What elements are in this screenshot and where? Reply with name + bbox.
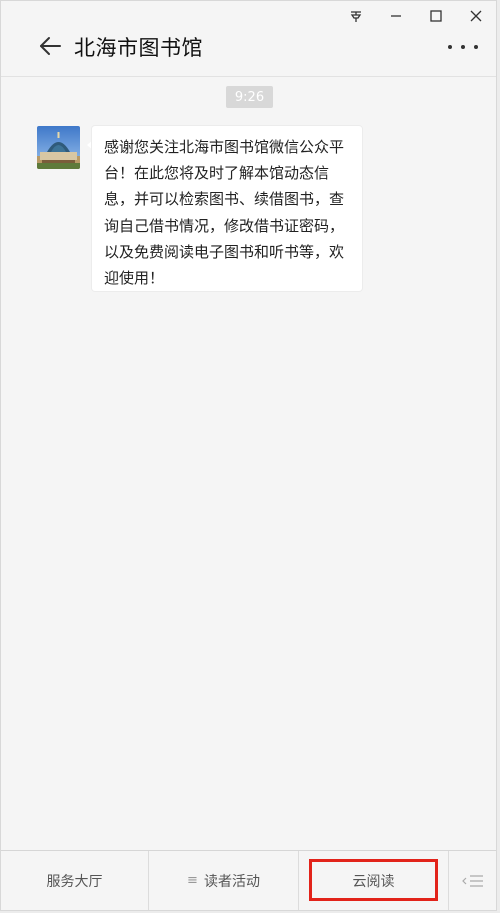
more-options-button[interactable]: [448, 37, 478, 57]
submenu-icon: ≡: [187, 873, 198, 888]
dot: [448, 45, 452, 49]
chat-window: 北海市图书馆 9:26 感谢您关注北海市图书馆微信公众平台！在此您将及时了解本馆…: [0, 0, 497, 911]
message-bubble[interactable]: 感谢您关注北海市图书馆微信公众平台！在此您将及时了解本馆动态信息，并可以检索图书…: [92, 126, 362, 291]
library-building-avatar-icon: [37, 126, 80, 169]
maximize-button[interactable]: [416, 1, 456, 31]
minimize-button[interactable]: [376, 1, 416, 31]
pin-button[interactable]: [336, 1, 376, 31]
message-timestamp: 9:26: [226, 86, 273, 108]
arrow-left-icon: [40, 37, 61, 55]
back-button[interactable]: [37, 33, 63, 59]
maximize-icon: [430, 10, 442, 22]
keyboard-switch-icon: [461, 874, 483, 887]
pin-icon: [350, 11, 362, 22]
highlight-box: [309, 859, 438, 901]
menu-service-hall[interactable]: 服务大厅: [1, 851, 149, 910]
avatar[interactable]: [37, 126, 80, 169]
menu-label: 读者活动: [203, 873, 260, 890]
minimize-icon: [391, 15, 401, 17]
dot: [474, 45, 478, 49]
menu-reader-activities[interactable]: ≡ 读者活动: [149, 851, 299, 910]
message-text: 感谢您关注北海市图书馆微信公众平台！在此您将及时了解本馆动态信息，并可以检索图书…: [104, 138, 345, 288]
close-icon: [470, 10, 482, 22]
close-button[interactable]: [456, 1, 496, 31]
input-switch-button[interactable]: [449, 851, 496, 910]
dot: [461, 45, 465, 49]
bottom-menu: 服务大厅 ≡ 读者活动 云阅读: [1, 850, 496, 910]
menu-cloud-reading[interactable]: 云阅读: [299, 851, 449, 910]
menu-label: 服务大厅: [46, 873, 103, 890]
page-title: 北海市图书馆: [74, 36, 203, 60]
window-controls: [336, 1, 496, 31]
